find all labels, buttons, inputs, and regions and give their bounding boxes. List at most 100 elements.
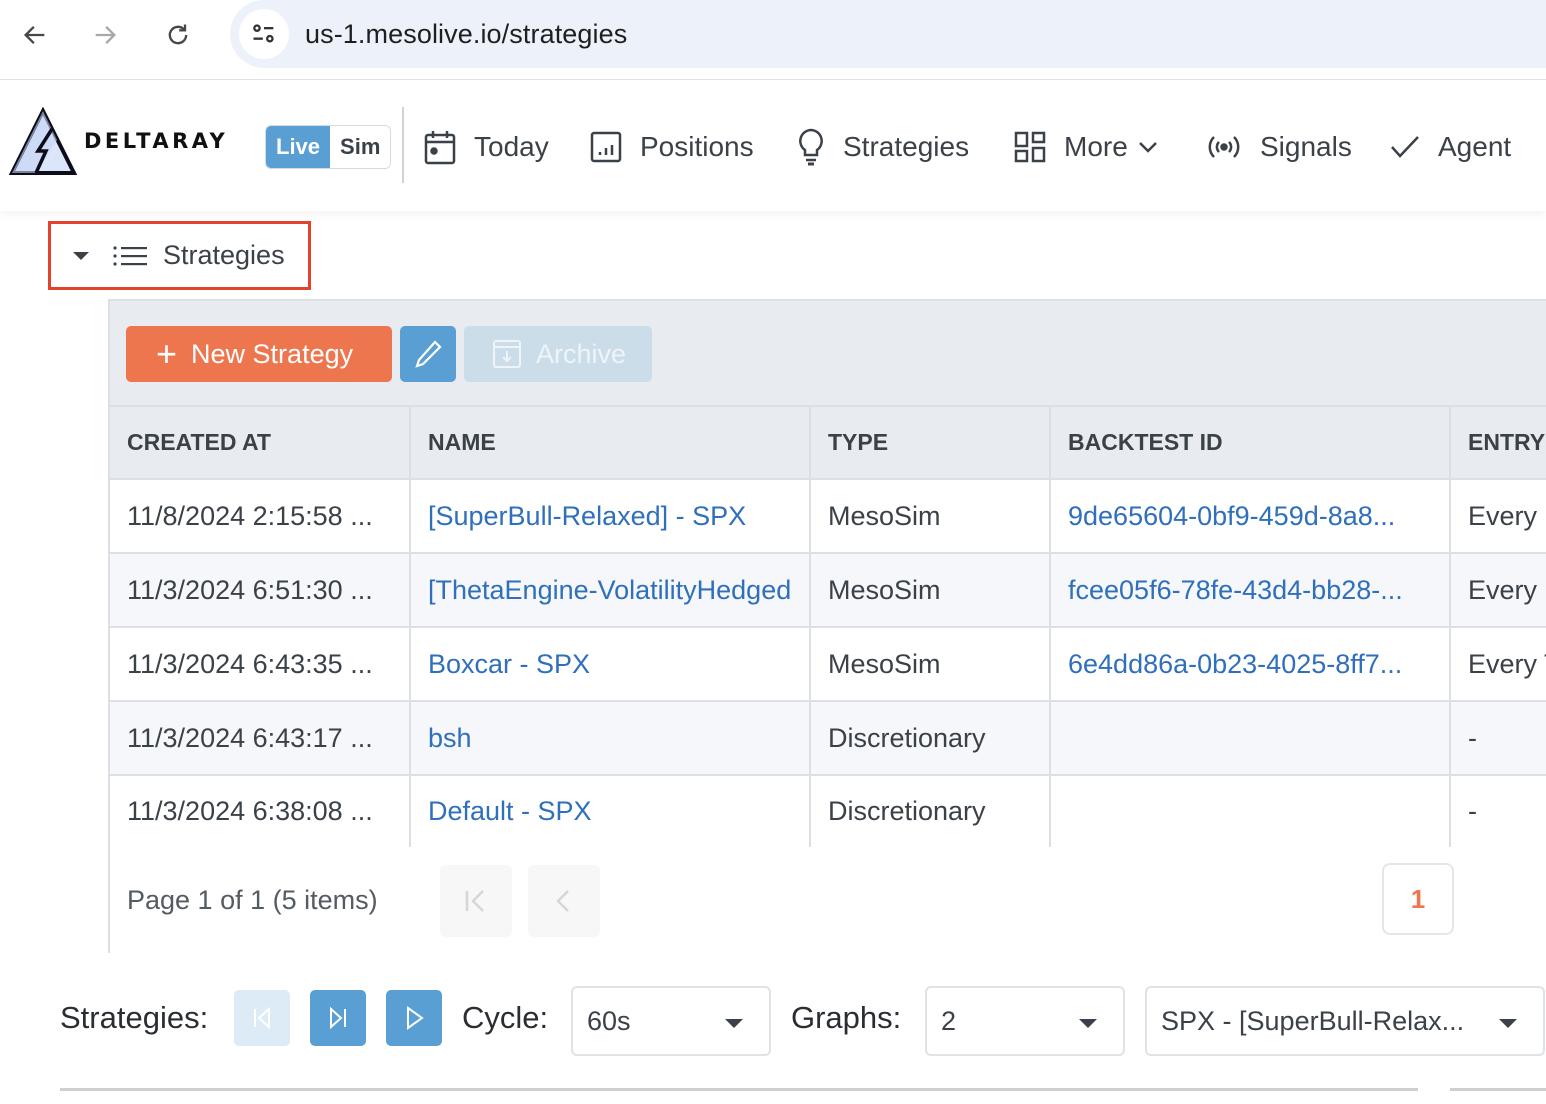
nav-more-label: More xyxy=(1064,131,1128,162)
app-header: DELTARAY Live Sim Today Positions Strate… xyxy=(0,81,1546,211)
strategies-section-toggle[interactable]: Strategies xyxy=(48,221,311,290)
archive-button[interactable]: Archive xyxy=(464,326,652,382)
table-row[interactable]: 11/3/2024 6:51:30 ... [ThetaEngine-Volat… xyxy=(110,553,1546,628)
cell-created-at: 11/3/2024 6:43:17 ... xyxy=(110,701,411,776)
archive-label: Archive xyxy=(536,338,627,369)
table-row[interactable]: 11/3/2024 6:43:17 ... bsh Discretionary … xyxy=(110,701,1546,776)
reload-button[interactable] xyxy=(157,14,199,56)
cell-backtest-id-link[interactable]: 9de65604-0bf9-459d-8a8... xyxy=(1050,479,1451,554)
chevron-left-icon xyxy=(556,890,569,912)
cycle-value: 60s xyxy=(587,1005,631,1036)
browser-toolbar: us-1.mesolive.io/strategies xyxy=(0,0,1546,80)
nav-more[interactable]: More xyxy=(1014,127,1158,167)
strategies-grid: + New Strategy Archive CREATED AT NAME T… xyxy=(108,299,1546,953)
column-header-name[interactable]: NAME xyxy=(410,407,811,480)
column-header-entry[interactable]: ENTRY xyxy=(1450,407,1546,480)
header-divider xyxy=(402,107,404,183)
strategies-table: CREATED AT NAME TYPE BACKTEST ID ENTRY 1… xyxy=(110,407,1546,847)
play-icon xyxy=(407,1006,424,1030)
cell-type: MesoSim xyxy=(810,553,1051,628)
cell-entry: - xyxy=(1450,701,1546,776)
tune-icon xyxy=(253,24,274,43)
broadcast-icon xyxy=(1208,136,1240,158)
new-strategy-button[interactable]: + New Strategy xyxy=(126,326,392,382)
first-page-icon xyxy=(465,890,484,912)
cell-entry: Every T xyxy=(1450,627,1546,702)
grid-icon xyxy=(1014,131,1046,163)
graphs-value: 2 xyxy=(941,1005,957,1036)
cell-name-link[interactable]: [ThetaEngine-VolatilityHedged xyxy=(410,553,811,628)
live-mode-button[interactable]: Live xyxy=(266,126,331,168)
table-row[interactable]: 11/3/2024 6:38:08 ... Default - SPX Disc… xyxy=(110,775,1546,847)
dropdown-arrow-icon xyxy=(1079,1019,1097,1028)
nav-signals-label: Signals xyxy=(1260,131,1352,162)
column-header-created-at[interactable]: CREATED AT xyxy=(110,407,411,480)
cell-backtest-id-link[interactable]: 6e4dd86a-0b23-4025-8ff7... xyxy=(1050,627,1451,702)
cell-type: Discretionary xyxy=(810,701,1051,776)
edit-button[interactable] xyxy=(400,326,456,382)
nav-strategies-label: Strategies xyxy=(843,131,970,162)
strategy-select[interactable]: SPX - [SuperBull-Relax... xyxy=(1145,986,1545,1056)
cell-entry: Every I xyxy=(1450,479,1546,554)
cell-type: Discretionary xyxy=(810,775,1051,847)
table-row[interactable]: 11/3/2024 6:43:35 ... Boxcar - SPX MesoS… xyxy=(110,627,1546,702)
first-strategy-button[interactable] xyxy=(234,990,290,1046)
cell-name-link[interactable]: bsh xyxy=(410,701,811,776)
forward-button[interactable] xyxy=(84,14,126,56)
cell-created-at: 11/3/2024 6:51:30 ... xyxy=(110,553,411,628)
section-divider xyxy=(60,1088,1418,1091)
arrow-left-icon xyxy=(24,26,45,44)
arrow-right-icon xyxy=(95,26,116,44)
first-page-button[interactable] xyxy=(440,865,512,937)
cell-backtest-id-link[interactable]: fcee05f6-78fe-43d4-bb28-... xyxy=(1050,553,1451,628)
url-text[interactable]: us-1.mesolive.io/strategies xyxy=(305,19,627,50)
pencil-icon xyxy=(415,340,442,368)
table-row[interactable]: 11/8/2024 2:15:58 ... [SuperBull-Relaxed… xyxy=(110,479,1546,554)
archive-icon xyxy=(493,340,521,368)
nav-strategies[interactable]: Strategies xyxy=(797,127,969,167)
pager: Page 1 of 1 (5 items) 1 xyxy=(110,849,1546,953)
nav-signals[interactable]: Signals xyxy=(1206,127,1352,167)
last-strategy-button[interactable] xyxy=(310,990,366,1046)
table-header-row: CREATED AT NAME TYPE BACKTEST ID ENTRY xyxy=(110,407,1546,480)
brand-name: DELTARAY xyxy=(84,129,229,153)
cell-name-link[interactable]: [SuperBull-Relaxed] - SPX xyxy=(410,479,811,554)
section-title: Strategies xyxy=(163,240,285,270)
bottom-controls: Strategies: Cycle: 60s Graphs: 2 SPX - [… xyxy=(0,984,1546,1064)
page-number-button[interactable]: 1 xyxy=(1382,863,1454,935)
cell-created-at: 11/8/2024 2:15:58 ... xyxy=(110,479,411,554)
column-header-type[interactable]: TYPE xyxy=(810,407,1051,480)
column-header-backtest-id[interactable]: BACKTEST ID xyxy=(1050,407,1451,480)
cell-backtest-id-link[interactable] xyxy=(1050,701,1451,776)
cell-type: MesoSim xyxy=(810,627,1051,702)
address-bar[interactable]: us-1.mesolive.io/strategies xyxy=(230,0,1546,68)
reload-icon xyxy=(168,24,188,45)
nav-agent[interactable]: Agent xyxy=(1390,127,1511,167)
cell-name-link[interactable]: Boxcar - SPX xyxy=(410,627,811,702)
cell-type: MesoSim xyxy=(810,479,1051,554)
sim-mode-button[interactable]: Sim xyxy=(330,126,391,168)
previous-page-button[interactable] xyxy=(528,865,600,937)
deltaray-logo-icon[interactable] xyxy=(8,107,78,177)
lightbulb-icon xyxy=(799,128,823,166)
nav-today[interactable]: Today xyxy=(424,127,549,167)
nav-agent-label: Agent xyxy=(1438,131,1512,162)
cell-name-link[interactable]: Default - SPX xyxy=(410,775,811,847)
cell-created-at: 11/3/2024 6:43:35 ... xyxy=(110,627,411,702)
bar-chart-icon xyxy=(590,131,622,163)
cycle-label: Cycle: xyxy=(462,1000,549,1035)
cell-entry: Every I xyxy=(1450,553,1546,628)
nav-today-label: Today xyxy=(474,131,549,162)
cycle-select[interactable]: 60s xyxy=(571,986,771,1056)
new-strategy-label: New Strategy xyxy=(191,338,354,369)
back-button[interactable] xyxy=(14,14,56,56)
strategy-select-value: SPX - [SuperBull-Relax... xyxy=(1161,1005,1465,1036)
check-icon xyxy=(1391,136,1419,158)
live-sim-toggle[interactable]: Live Sim xyxy=(265,125,392,169)
dropdown-arrow-icon xyxy=(725,1019,743,1028)
graphs-select[interactable]: 2 xyxy=(925,986,1125,1056)
play-button[interactable] xyxy=(386,990,442,1046)
nav-positions[interactable]: Positions xyxy=(590,127,754,167)
site-info-button[interactable] xyxy=(239,9,289,59)
cell-backtest-id-link[interactable] xyxy=(1050,775,1451,847)
